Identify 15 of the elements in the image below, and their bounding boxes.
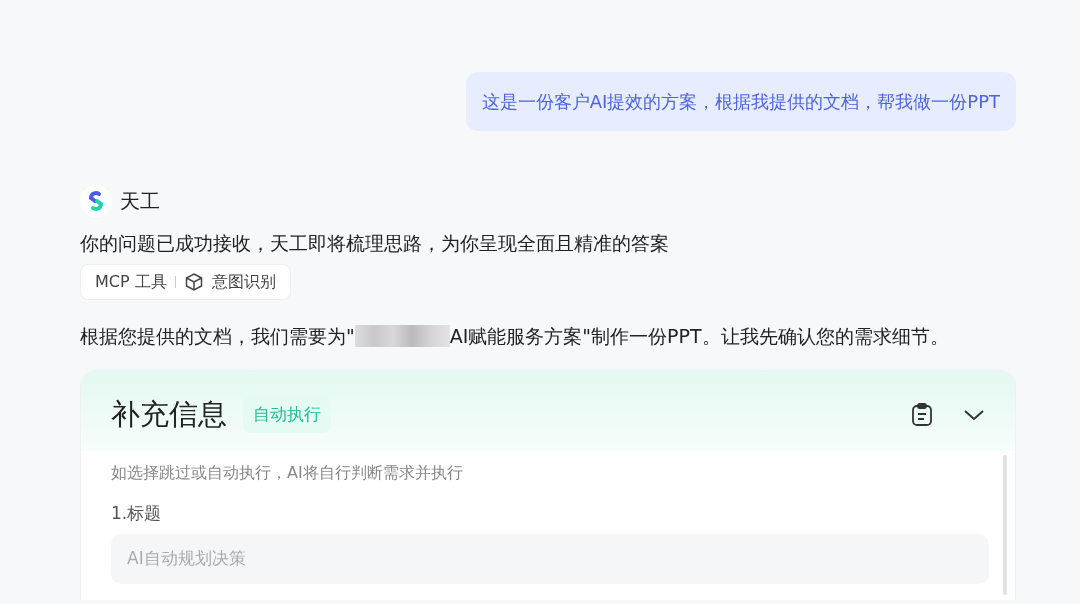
reply-text: AI赋能服务方案"制作一份PPT。让我先确认您的需求细节。	[449, 323, 949, 349]
status-text: 你的问题已成功接收，天工即将梳理思路，为你呈现全面且精准的答案	[80, 231, 670, 256]
card-hint: 如选择跳过或自动执行，AI将自行判断需求并执行	[111, 461, 464, 484]
field-label: 1.标题	[111, 501, 163, 525]
cube-icon	[183, 271, 204, 292]
user-message-bubble: 这是一份客户AI提效的方案，根据我提供的文档，帮我做一份PPT	[465, 72, 1016, 131]
clipboard-icon[interactable]	[911, 402, 933, 427]
card-title: 补充信息	[111, 396, 227, 433]
tool-label: 意图识别	[211, 270, 276, 293]
assistant-name: 天工	[120, 188, 160, 215]
auto-run-badge: 自动执行	[243, 397, 331, 433]
chevron-icon[interactable]	[963, 407, 985, 422]
title-input[interactable]: AI自动规划决策	[111, 534, 989, 584]
tool-label: MCP 工具	[95, 270, 167, 293]
reply-text: 根据您提供的文档，我们需要为"	[80, 323, 355, 349]
